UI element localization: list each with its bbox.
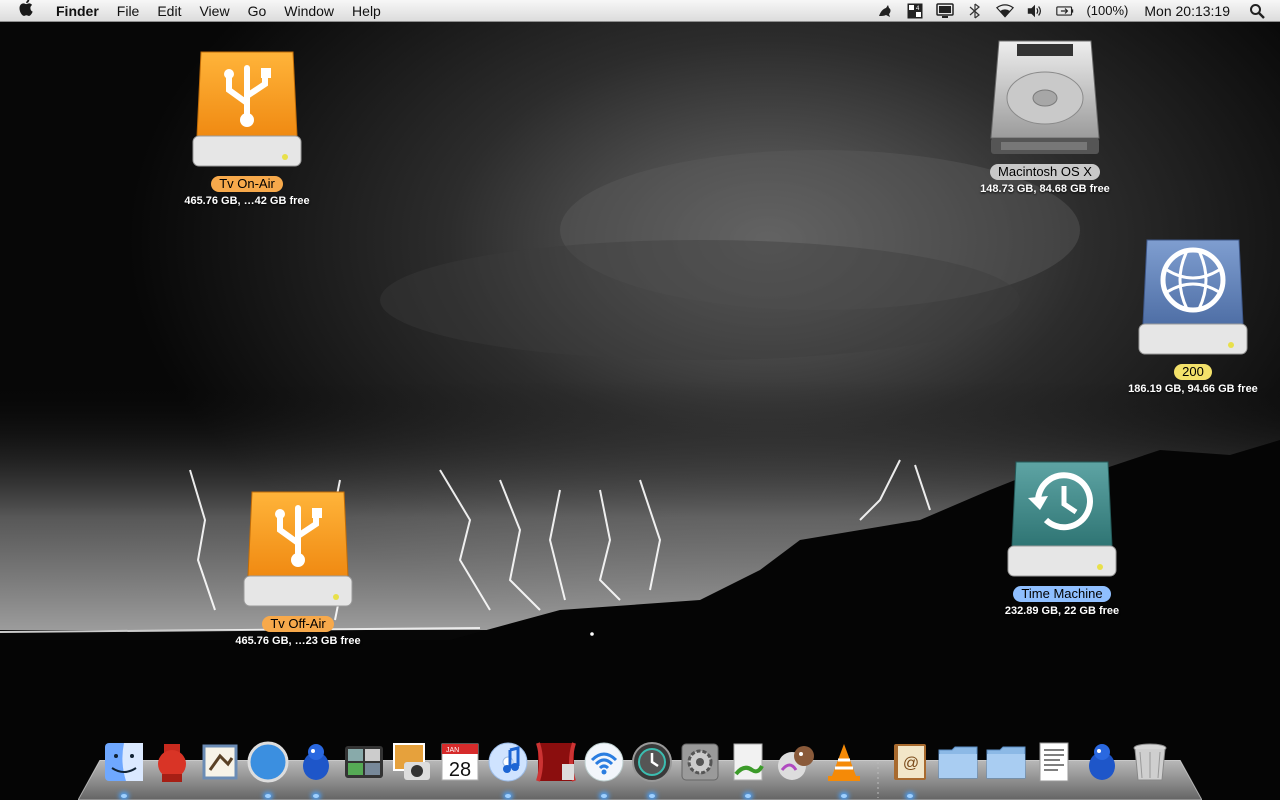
volume-icon[interactable] <box>1026 3 1044 19</box>
mail-icon <box>202 744 238 780</box>
dock-item-address-book[interactable]: @ <box>888 740 932 798</box>
desktop-icon-macintosh-os-x[interactable]: Macintosh OS X 148.73 GB, 84.68 GB free <box>965 38 1125 195</box>
ical-icon: JAN 28 <box>441 743 479 781</box>
dock-item-itunes[interactable] <box>486 740 530 798</box>
desktop-icon-info: 186.19 GB, 94.66 GB free <box>1128 383 1258 395</box>
desktop-icon-tv-off-air[interactable]: Tv Off-Air 465.76 GB, …23 GB free <box>218 488 378 647</box>
running-indicator <box>649 794 655 798</box>
dock-item-documents[interactable] <box>936 740 980 788</box>
menu-file[interactable]: File <box>108 0 149 22</box>
dock-item-adium-stack[interactable] <box>1080 740 1124 788</box>
menu-help[interactable]: Help <box>343 0 390 22</box>
address-book-icon: @ <box>894 744 926 780</box>
battery-percent[interactable]: (100%) <box>1080 3 1134 18</box>
desktop-icon-time-machine[interactable]: Time Machine 232.89 GB, 22 GB free <box>982 458 1142 617</box>
menu-go[interactable]: Go <box>239 0 276 22</box>
folder-icon <box>938 746 978 779</box>
desktop-icon-label: Tv On-Air <box>211 176 283 192</box>
apple-icon <box>19 0 33 16</box>
dock-item-trash[interactable] <box>1128 740 1172 788</box>
running-indicator <box>907 794 913 798</box>
menu-edit[interactable]: Edit <box>148 0 190 22</box>
menubar-clock[interactable]: Mon 20:13:19 <box>1134 3 1242 19</box>
desktop-icon-200[interactable]: 200 186.19 GB, 94.66 GB free <box>1113 236 1273 395</box>
running-indicator <box>121 794 127 798</box>
dock-item-script-editor[interactable] <box>726 740 770 798</box>
spaces-icon[interactable]: 4 <box>906 3 924 19</box>
bluetooth-icon[interactable] <box>966 3 984 19</box>
audio-icon <box>778 746 814 780</box>
vlc-icon <box>828 744 860 781</box>
ical-date: 28 <box>449 759 471 781</box>
trash-icon <box>1133 743 1167 781</box>
adium-icon <box>1089 744 1115 780</box>
usb-drive-icon <box>243 491 353 607</box>
hard-drive-icon <box>990 40 1100 154</box>
desktop-icon-info: 465.76 GB, …23 GB free <box>235 635 361 647</box>
desktop-icon-label: 200 <box>1174 364 1212 380</box>
dock-item-time-machine[interactable] <box>630 740 674 798</box>
spotlight-icon[interactable] <box>1248 3 1266 19</box>
desktop-icon-label: Tv Off-Air <box>262 616 334 632</box>
desktop-icon-info: 148.73 GB, 84.68 GB free <box>980 183 1110 195</box>
svg-text:JAN: JAN <box>446 747 459 754</box>
menu-window[interactable]: Window <box>275 0 343 22</box>
desktop-icon-label: Macintosh OS X <box>990 164 1100 180</box>
dock-item-airport[interactable] <box>582 740 626 798</box>
safari-icon <box>247 741 289 783</box>
dashboard-icon <box>345 746 383 778</box>
growl-icon <box>158 744 186 782</box>
dock-item-system-preferences[interactable] <box>678 740 722 788</box>
dock: JAN 28 @ <box>100 736 1174 798</box>
desktop-icon-info: 232.89 GB, 22 GB free <box>1004 605 1120 617</box>
time-machine-drive-icon <box>1007 461 1117 577</box>
adium-icon <box>303 744 329 780</box>
menu-bar: Finder File Edit View Go Window Help 4 (… <box>0 0 1280 22</box>
dock-separator <box>872 740 882 788</box>
dock-item-safari[interactable] <box>246 740 290 798</box>
finder-icon <box>105 743 143 781</box>
time-machine-icon <box>632 742 672 782</box>
dock-item-growl[interactable] <box>150 740 194 788</box>
usb-drive-icon <box>192 51 302 167</box>
dock-item-iphoto[interactable] <box>390 740 434 788</box>
dock-item-front-row[interactable] <box>534 740 578 788</box>
menu-view[interactable]: View <box>190 0 238 22</box>
itunes-icon <box>488 742 528 782</box>
system-preferences-icon <box>681 743 719 781</box>
dock-item-dashboard[interactable] <box>342 740 386 788</box>
desktop-icon-label: Time Machine <box>1013 586 1111 602</box>
running-indicator <box>313 794 319 798</box>
running-indicator <box>745 794 751 798</box>
dock-item-mail[interactable] <box>198 740 242 788</box>
front-row-icon <box>536 742 576 782</box>
desktop-icon-info: 465.76 GB, …42 GB free <box>184 195 310 207</box>
dock-item-finder[interactable] <box>102 740 146 798</box>
menu-finder[interactable]: Finder <box>47 0 108 22</box>
document-icon <box>1039 742 1069 782</box>
desktop-icon-tv-on-air[interactable]: Tv On-Air 465.76 GB, …42 GB free <box>167 48 327 207</box>
script-editor-icon <box>733 743 764 781</box>
running-indicator <box>601 794 607 798</box>
dock-item-adium[interactable] <box>294 740 338 798</box>
iphoto-icon <box>393 743 430 780</box>
running-indicator <box>841 794 847 798</box>
growl-icon[interactable] <box>876 3 894 19</box>
dock-item-ical[interactable]: JAN 28 <box>438 740 482 788</box>
dock-item-preview[interactable] <box>1032 740 1076 788</box>
running-indicator <box>505 794 511 798</box>
dock-item-vlc[interactable] <box>822 740 866 798</box>
network-drive-icon <box>1138 239 1248 355</box>
dock-item-downloads[interactable] <box>984 740 1028 788</box>
folder-icon <box>986 746 1026 779</box>
svg-text:@: @ <box>903 755 919 772</box>
battery-icon[interactable] <box>1056 3 1074 19</box>
airport-icon <box>584 742 624 782</box>
apple-menu[interactable] <box>0 0 47 22</box>
display-icon[interactable] <box>936 2 955 19</box>
wifi-icon[interactable] <box>996 3 1015 19</box>
running-indicator <box>265 794 271 798</box>
dock-item-audio[interactable] <box>774 740 818 788</box>
